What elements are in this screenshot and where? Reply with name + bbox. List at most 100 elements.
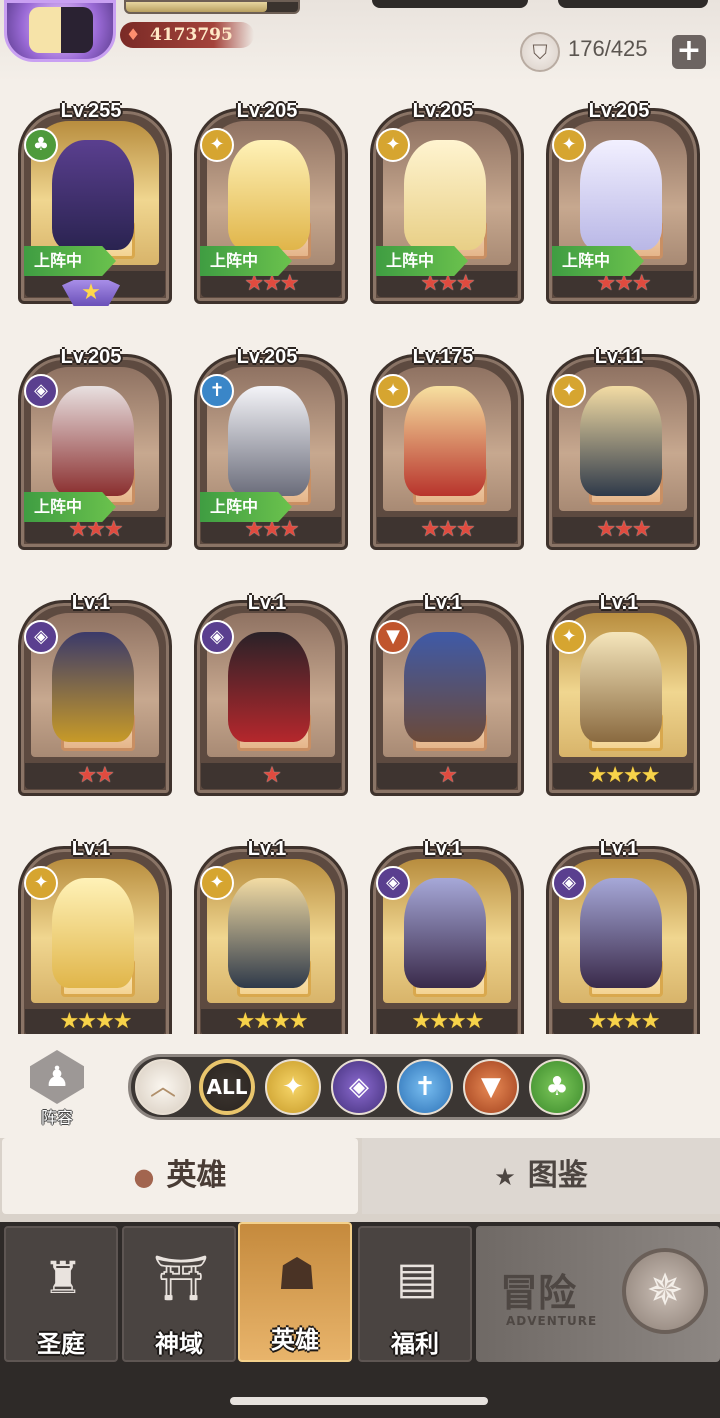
light-faction-icon: ✦ bbox=[376, 374, 410, 408]
filter-holy-button[interactable]: ✝ bbox=[397, 1059, 453, 1115]
roster-shield-icon: ⛉ bbox=[520, 32, 560, 72]
hero-level: Lv.205 bbox=[412, 100, 474, 122]
formation-button[interactable]: ♟ 阵容 bbox=[22, 1050, 92, 1128]
hero-star-rating: ★ bbox=[201, 763, 341, 789]
adventure-button[interactable]: 冒险 ADVENTURE ✵ bbox=[476, 1226, 720, 1362]
tab-codex-label: 图鉴 bbox=[527, 1158, 588, 1193]
experience-fill bbox=[126, 2, 268, 12]
castle-icon: ♜ bbox=[43, 1253, 83, 1304]
star-icon: ★ bbox=[438, 763, 458, 788]
hero-card[interactable]: ★ ◈ Lv.1 bbox=[186, 574, 348, 796]
light-faction-icon: ✦ bbox=[552, 620, 586, 654]
tab-codex[interactable]: ★ 图鉴 bbox=[362, 1138, 720, 1214]
star-icon: ★ bbox=[587, 763, 608, 788]
light-faction-icon: ✦ bbox=[376, 128, 410, 162]
deployed-tag: 上阵中 bbox=[200, 492, 292, 522]
hero-star-rating: ★★★★ bbox=[25, 1009, 165, 1034]
chess-pawn-icon: ♟ bbox=[30, 1050, 84, 1104]
hero-card[interactable]: ★★★★ ✦ Lv.1 bbox=[186, 820, 348, 1034]
filter-all-button[interactable]: ALL bbox=[199, 1059, 255, 1115]
adventure-subtitle: ADVENTURE bbox=[506, 1314, 598, 1328]
top-header: ♦ 4173795 ⛉ 176/425 + bbox=[0, 0, 720, 82]
hero-card[interactable]: ★ ▼ Lv.1 bbox=[362, 574, 524, 796]
star-icon: ★ bbox=[429, 1009, 449, 1034]
hero-portrait bbox=[404, 632, 486, 742]
experience-bar bbox=[124, 0, 300, 14]
nature-faction-icon: ♣ bbox=[545, 1072, 569, 1102]
hero-card[interactable]: ★★★ ✦ Lv.205 上阵中 bbox=[362, 82, 524, 304]
star-icon: ★ bbox=[411, 1009, 432, 1034]
hero-card[interactable]: ★★★★ ◈ Lv.1 bbox=[538, 820, 700, 1034]
dark-faction-icon: ◈ bbox=[376, 866, 410, 900]
star-icon: ★ bbox=[77, 1009, 97, 1034]
nav-item-heroes[interactable]: ☗ 英雄 bbox=[238, 1222, 352, 1362]
chevron-up-icon: ︿ bbox=[149, 1072, 176, 1102]
hero-card[interactable]: ★★★ ◈ Lv.205 上阵中 bbox=[10, 328, 172, 550]
light-faction-icon: ✦ bbox=[552, 374, 586, 408]
nav-item-divine-realm[interactable]: ⛩ 神域 bbox=[122, 1226, 236, 1362]
filter-dark-button[interactable]: ◈ bbox=[331, 1059, 387, 1115]
hero-portrait bbox=[52, 386, 134, 496]
star-icon: ★ bbox=[623, 1009, 643, 1034]
hero-card[interactable]: ★★ ◈ Lv.1 bbox=[10, 574, 172, 796]
hero-star-rating: ★★★ bbox=[377, 517, 517, 543]
hero-card[interactable]: ★★★ ✦ Lv.11 bbox=[538, 328, 700, 550]
hero-portrait bbox=[228, 140, 310, 250]
star-icon: ★ bbox=[640, 1009, 661, 1034]
star-icon: ★ bbox=[253, 1009, 273, 1034]
star-icon: ★ bbox=[288, 1009, 309, 1034]
filter-light-button[interactable]: ✦ bbox=[265, 1059, 321, 1115]
star-icon: ★ bbox=[596, 517, 616, 542]
hero-level: Lv.1 bbox=[599, 592, 639, 614]
filter-nature-button[interactable]: ♣ bbox=[529, 1059, 585, 1115]
hero-card[interactable]: ★★★★ ◈ Lv.1 bbox=[362, 820, 524, 1034]
hero-card[interactable]: ♣ Lv.255 上阵中 ★ bbox=[10, 82, 172, 306]
hero-card[interactable]: ★★★★ ✦ Lv.1 bbox=[10, 820, 172, 1034]
hero-portrait bbox=[52, 140, 134, 250]
helmet-icon: ● bbox=[133, 1163, 155, 1191]
hero-level: Lv.1 bbox=[71, 838, 111, 860]
expand-roster-button[interactable]: + bbox=[672, 35, 706, 69]
combat-power-value: 4173795 bbox=[150, 25, 233, 45]
deployed-tag: 上阵中 bbox=[376, 246, 468, 276]
filter-beast-button[interactable]: ▼ bbox=[463, 1059, 519, 1115]
hero-portrait bbox=[580, 386, 662, 496]
hero-card[interactable]: ★★★ ✦ Lv.205 上阵中 bbox=[538, 82, 700, 304]
home-indicator[interactable] bbox=[230, 1397, 488, 1405]
hero-level: Lv.1 bbox=[247, 592, 287, 614]
roster-count-text: 176/425 bbox=[568, 36, 648, 61]
player-avatar[interactable] bbox=[4, 0, 116, 62]
hero-level: Lv.205 bbox=[588, 100, 650, 122]
dark-faction-icon: ◈ bbox=[24, 374, 58, 408]
star-icon: ★ bbox=[614, 517, 634, 542]
currency-bar-edge bbox=[558, 0, 708, 8]
nav-label: 圣庭 bbox=[37, 1330, 85, 1358]
hero-level: Lv.1 bbox=[247, 838, 287, 860]
star-icon: ★ bbox=[279, 271, 300, 296]
star-card-icon: ★ bbox=[494, 1163, 516, 1191]
dark-faction-icon: ◈ bbox=[349, 1072, 369, 1102]
avatar-portrait bbox=[29, 7, 93, 53]
nav-item-sanctuary[interactable]: ♜ 圣庭 bbox=[4, 1226, 118, 1362]
star-icon: ★ bbox=[447, 1009, 467, 1034]
dark-faction-icon: ◈ bbox=[552, 866, 586, 900]
hero-card[interactable]: ★★★★ ✦ Lv.1 bbox=[538, 574, 700, 796]
hero-star-rating: ★★★★ bbox=[201, 1009, 341, 1034]
nature-faction-icon: ♣ bbox=[24, 128, 58, 162]
hero-card[interactable]: ★★★ ✦ Lv.205 上阵中 bbox=[186, 82, 348, 304]
collapse-filter-button[interactable]: ︿ bbox=[135, 1059, 191, 1115]
sub-tabs: ● 英雄 ★ 图鉴 bbox=[0, 1138, 720, 1222]
star-icon: ★ bbox=[235, 1009, 256, 1034]
hero-card[interactable]: ★★★ ✝ Lv.205 上阵中 bbox=[186, 328, 348, 550]
nav-item-welfare[interactable]: ▤ 福利 bbox=[358, 1226, 472, 1362]
tab-heroes[interactable]: ● 英雄 bbox=[2, 1138, 358, 1214]
hero-portrait bbox=[404, 878, 486, 988]
hero-level: Lv.205 bbox=[236, 346, 298, 368]
horned-helmet-icon: ☗ bbox=[277, 1249, 317, 1300]
hero-portrait bbox=[404, 140, 486, 250]
bottom-nav: ♜ 圣庭 ⛩ 神域 ☗ 英雄 ▤ 福利 冒险 ADVENTURE ✵ bbox=[0, 1222, 720, 1418]
star-icon: ★ bbox=[279, 517, 300, 542]
hero-level: Lv.1 bbox=[71, 592, 111, 614]
filter-row: ♟ 阵容 ︿ ALL ✦ ◈ ✝ ▼ ♣ bbox=[0, 1034, 720, 1138]
hero-card[interactable]: ★★★ ✦ Lv.175 bbox=[362, 328, 524, 550]
